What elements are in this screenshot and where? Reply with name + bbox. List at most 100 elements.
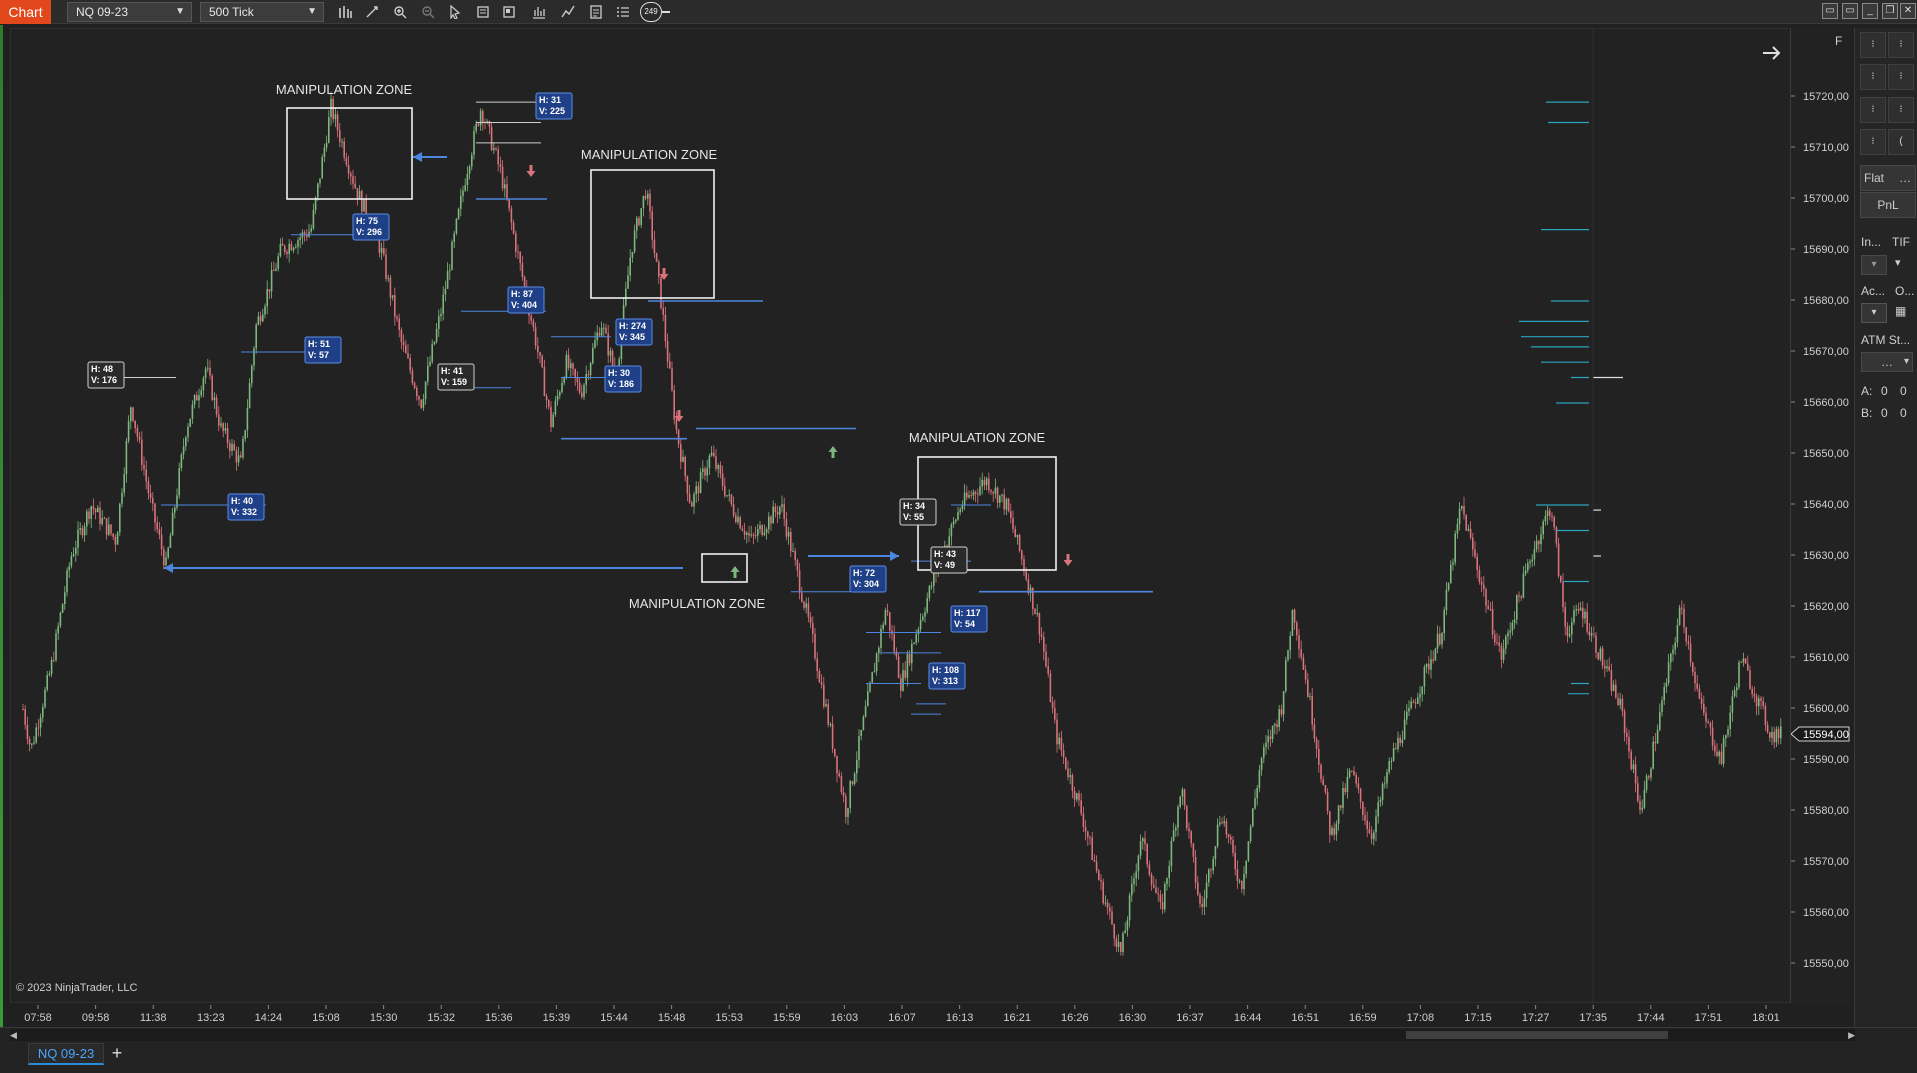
candle-body [229,443,231,451]
time-axis[interactable]: 07:58 09:58 11:38 13:23 14:24 15:08 15:30 15:32… [10,1005,1800,1029]
instrument-selector[interactable]: NQ 09-23 ▼ [67,2,192,22]
hv-label[interactable]: H: 40V: 332 [227,493,265,521]
candle-body [649,193,651,212]
sell-ask-button[interactable]: ⁝ [1888,32,1914,58]
hv-label[interactable]: H: 72V: 304 [849,565,887,593]
price-axis[interactable]: 15720,00 15710,00 15700,00 15690,00 15680,00… [1790,28,1850,1003]
candle-body [477,123,480,126]
candle-body [429,361,431,366]
candle-body [915,634,917,643]
chart-style-icon[interactable] [530,3,548,21]
candle-body [134,420,136,428]
tab-nq-09-23[interactable]: NQ 09-23 [28,1043,104,1065]
drawing-tool-icon[interactable] [363,3,381,21]
atm-strategy-selector[interactable]: … ▾ [1861,352,1913,372]
hv-label[interactable]: H: 41V: 159 [437,363,475,391]
candle-body [968,495,970,498]
hv-label[interactable]: H: 30V: 186 [604,365,642,393]
scrollbar-thumb[interactable] [1406,1031,1668,1039]
hv-label-high: H: 48 [91,364,113,374]
hv-label[interactable]: H: 75V: 296 [352,213,390,241]
sell-bid-button[interactable]: ⁝ [1888,97,1914,123]
candle-body [519,252,521,264]
close-position-button[interactable]: ( [1888,129,1914,155]
properties-list-icon[interactable] [614,3,632,21]
hv-label[interactable]: H: 108V: 313 [928,662,966,690]
candle-body [735,515,737,523]
zoom-out-icon[interactable] [419,3,437,21]
bar-counter-badge[interactable]: 249 [640,2,662,22]
candle-body [121,492,123,504]
candle-body [853,773,856,784]
account-selector[interactable]: ▾ [1861,303,1887,323]
candle-body [1582,607,1584,619]
hv-label[interactable]: H: 87V: 404 [507,286,545,314]
hv-label-high: H: 51 [308,339,330,349]
quantity-selector[interactable]: ▾ [1861,255,1887,275]
hv-label[interactable]: H: 117V: 54 [950,605,988,633]
candle-body [248,383,251,409]
candle-body [110,524,112,534]
hv-label[interactable]: H: 48V: 176 [87,361,125,389]
candle-body [108,524,110,535]
candle-body [1540,534,1542,545]
candle-body [1137,855,1140,872]
candle-body [611,350,614,366]
add-tab-button[interactable]: + [106,1043,128,1065]
hv-label[interactable]: H: 51V: 57 [304,336,342,364]
window-tile-icon[interactable]: ▭ [1822,3,1838,19]
reverse-button[interactable]: ⁝ [1860,129,1886,155]
buy-market-button[interactable]: ⁝ [1860,64,1886,90]
pnl-display[interactable]: PnL [1860,192,1916,218]
candle-body [138,436,141,440]
tif-dropdown[interactable]: ▾ [1895,256,1901,269]
pointer-icon[interactable] [446,3,464,21]
candle-body [1707,721,1709,724]
zoom-in-icon[interactable] [391,3,409,21]
templates-icon[interactable] [500,3,518,21]
scroll-to-latest-icon[interactable] [1763,46,1781,60]
interval-selector[interactable]: 500 Tick ▼ [200,2,324,22]
buy-bid-button[interactable]: ⁝ [1860,97,1886,123]
candle-body [1681,607,1683,609]
time-tick-label: 16:44 [1234,1012,1262,1024]
restore-icon[interactable]: ❐ [1882,3,1898,19]
chart-panel[interactable]: MANIPULATION ZONE MANIPULATION ZONE MANIPU… [10,28,1830,1004]
candle-body [783,504,785,519]
candle-body [198,395,200,401]
strategies-icon[interactable] [587,3,605,21]
candle-body [44,689,46,708]
candle-body [886,610,889,613]
manipulation-zone-box[interactable] [286,107,413,200]
hv-label[interactable]: H: 34V: 55 [899,498,937,526]
hv-label[interactable]: H: 31V: 225 [535,92,573,120]
window-layout-icon[interactable]: ▭ [1842,3,1858,19]
candle-body [347,164,350,174]
calculator-icon[interactable]: ▦ [1895,304,1906,318]
sell-market-button[interactable]: ⁝ [1888,64,1914,90]
time-tick-label: 17:15 [1464,1012,1492,1024]
candle-body [1454,533,1456,563]
candle-body [1076,793,1078,800]
minimize-icon[interactable]: _ [1862,3,1878,19]
data-box-icon[interactable] [474,3,492,21]
manipulation-zone-box[interactable] [701,553,748,583]
indicators-icon[interactable] [559,3,577,21]
hv-label[interactable]: H: 43V: 49 [930,546,968,574]
candle-body [209,367,211,376]
scroll-left-icon[interactable]: ◀ [10,1030,17,1041]
candle-body [495,148,497,150]
candle-body [1131,883,1133,896]
close-icon[interactable]: ✕ [1900,3,1916,19]
scroll-right-icon[interactable]: ▶ [1848,1030,1855,1041]
chart-toolbar: Chart NQ 09-23 ▼ 500 Tick ▼ 249 ▭ ▭ _ ❐ … [0,0,1917,24]
hv-label[interactable]: H: 274V: 345 [615,318,653,346]
horizontal-scrollbar[interactable]: ◀ ▶ [10,1029,1855,1041]
price-chart[interactable]: MANIPULATION ZONE MANIPULATION ZONE MANIPU… [11,29,1791,1004]
bar-type-icon[interactable] [336,3,354,21]
candle-body [1716,751,1718,757]
candle-body [266,289,268,307]
copyright-text: © 2023 NinjaTrader, LLC [16,982,137,994]
candle-body [512,222,515,234]
buy-ask-button[interactable]: ⁝ [1860,32,1886,58]
